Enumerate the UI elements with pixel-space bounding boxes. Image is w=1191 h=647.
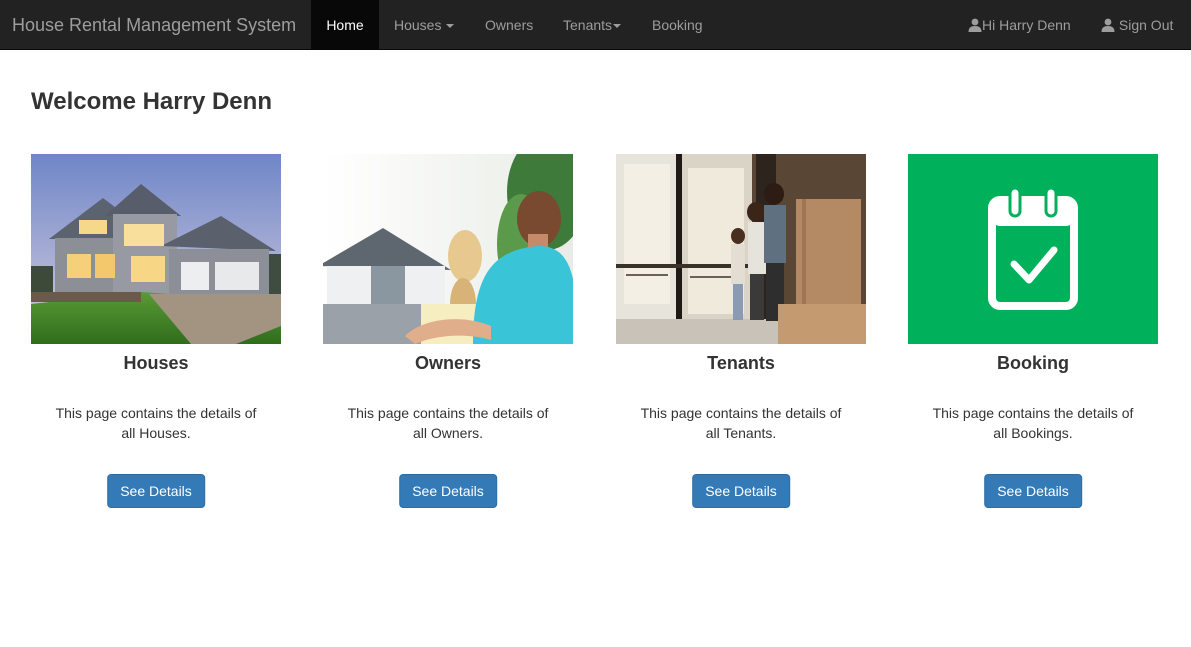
user-icon: [1101, 18, 1115, 32]
nav-owners-label: Owners: [485, 17, 534, 33]
calendar-check-icon: [908, 154, 1158, 344]
nav-user-greeting[interactable]: Hi Harry Denn: [968, 0, 1071, 50]
houses-card: Houses This page contains the details of…: [31, 154, 281, 514]
owners-card-text: This page contains the details of all Ow…: [347, 405, 549, 441]
owners-card-title: Owners: [414, 353, 482, 373]
caret-down-icon: [613, 24, 622, 29]
houses-card-text: This page contains the details of all Ho…: [55, 405, 257, 441]
nav-tenants-label: Tenants: [563, 17, 613, 33]
nav-booking-label: Booking: [652, 17, 703, 33]
nav-owners[interactable]: Owners: [485, 0, 533, 50]
family-at-window-photo: [616, 154, 866, 344]
nav-tenants-dropdown[interactable]: Tenants: [563, 0, 622, 50]
owners-card: Owners This page contains the details of…: [323, 154, 573, 514]
user-icon: [968, 18, 982, 32]
house-exterior-photo: [31, 154, 281, 344]
user-greeting-label: Hi Harry Denn: [982, 17, 1071, 33]
houses-card-title: Houses: [123, 353, 189, 373]
tenants-card-text: This page contains the details of all Te…: [640, 405, 842, 441]
nav-houses-dropdown[interactable]: Houses: [394, 0, 455, 50]
sign-out-label: Sign Out: [1118, 17, 1174, 33]
booking-card-title: Booking: [997, 353, 1069, 373]
caret-down-icon: [446, 24, 455, 29]
tenants-see-details-button[interactable]: See Details: [692, 474, 790, 508]
booking-see-details-button[interactable]: See Details: [984, 474, 1082, 508]
booking-card: Booking This page contains the details o…: [908, 154, 1158, 514]
couple-looking-at-house-photo: [323, 154, 573, 344]
navbar-brand[interactable]: House Rental Management System: [12, 0, 296, 50]
top-navbar: House Rental Management System Home Hous…: [0, 0, 1191, 50]
nav-home[interactable]: Home: [311, 0, 379, 50]
booking-card-text: This page contains the details of all Bo…: [932, 405, 1134, 441]
owners-see-details-button[interactable]: See Details: [399, 474, 497, 508]
houses-see-details-button[interactable]: See Details: [107, 474, 205, 508]
tenants-card: Tenants This page contains the details o…: [616, 154, 866, 514]
nav-booking[interactable]: Booking: [652, 0, 703, 50]
tenants-card-title: Tenants: [707, 353, 775, 373]
nav-houses-label: Houses: [394, 17, 442, 33]
nav-home-label: Home: [326, 17, 364, 33]
nav-sign-out[interactable]: Sign Out: [1101, 0, 1173, 50]
welcome-heading: Welcome Harry Denn: [31, 88, 272, 115]
